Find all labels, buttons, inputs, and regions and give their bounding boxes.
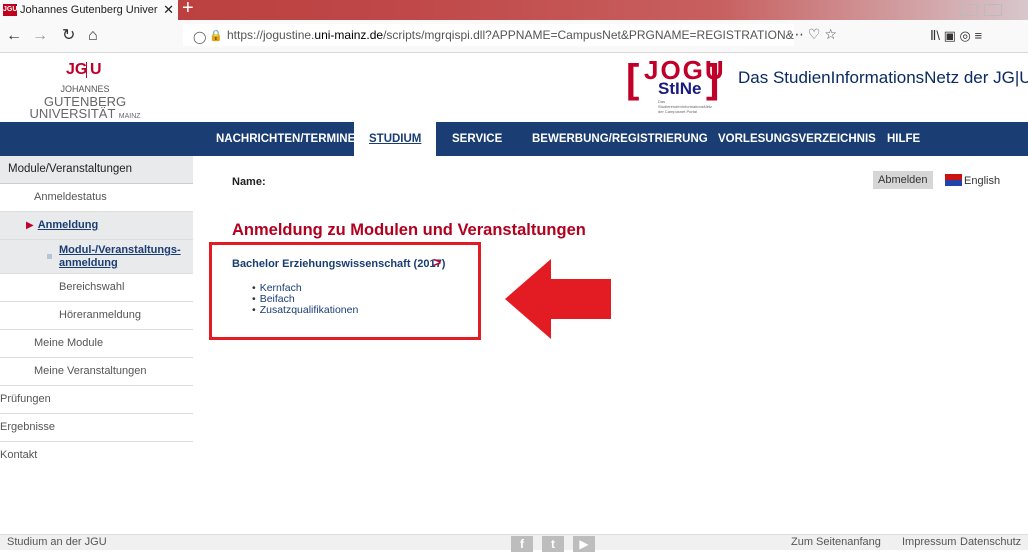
logo-divider	[86, 62, 87, 78]
social-icons: f t ▶	[511, 535, 604, 553]
sidebar-item-pruefungen[interactable]: Prüfungen	[0, 386, 193, 414]
sidebar-item-label: Höreranmeldung	[59, 309, 141, 321]
forward-icon[interactable]: →	[32, 26, 48, 46]
language-label: English	[964, 175, 1001, 187]
twitter-icon[interactable]: t	[542, 536, 564, 552]
window-controls	[938, 0, 1028, 20]
sidebar-item-anmeldestatus[interactable]: Anmeldestatus	[0, 184, 193, 212]
sidebar-item-label: Prüfungen	[0, 393, 51, 405]
url-actions-icons[interactable]: ⋯ ♡ ☆	[790, 26, 837, 43]
university-name: JOHANNES GUTENBERG UNIVERSITÄT MAINZ	[20, 84, 150, 121]
toolbar-right-icons[interactable]: Ⅱ\ ▣ ◎ ≡	[930, 26, 982, 46]
nav-bewerbung[interactable]: BEWERBUNG/REGISTRIERUNG	[532, 122, 708, 156]
facebook-icon[interactable]: f	[511, 536, 533, 552]
uk-flag-icon	[945, 174, 962, 186]
triangle-right-icon: ▶	[26, 220, 34, 231]
logout-button[interactable]: Abmelden	[873, 171, 933, 189]
sidebar-item-meine-module[interactable]: Meine Module	[0, 330, 193, 358]
url-text: https://jogustine.uni-mainz.de/scripts/m…	[227, 24, 794, 46]
submenu-marker-icon	[47, 254, 52, 259]
sidebar-item-ergebnisse[interactable]: Ergebnisse	[0, 414, 193, 442]
jgu-favicon-icon: JGU	[3, 4, 17, 16]
sidebar-item-label: Meine Veranstaltungen	[34, 365, 147, 377]
new-tab-button[interactable]: +	[182, 0, 194, 20]
sidebar-item-label-line2: anmeldung	[59, 257, 118, 269]
browser-toolbar: ← → ↻ ⌂ ◯ 🔒 https://jogustine.uni-mainz.…	[0, 20, 1028, 53]
logo-jg: JG	[66, 61, 88, 78]
back-icon[interactable]: ←	[6, 26, 22, 46]
site-header: JG U JOHANNES GUTENBERG UNIVERSITÄT MAIN…	[0, 53, 1028, 121]
browser-tab-strip: JGU Johannes Gutenberg Universitä ✕ +	[0, 0, 1028, 20]
site-tagline: Das StudienInformationsNetz der JG|U	[738, 68, 1028, 87]
sidebar-item-module-veranstaltungen[interactable]: Module/Veranstaltungen	[0, 156, 193, 184]
logo-stine-text: StINe	[658, 79, 702, 98]
minimize-icon[interactable]	[960, 4, 978, 16]
sidebar-item-modul-veranstaltungsanmeldung[interactable]: Modul-/Veranstaltungs- anmeldung	[0, 240, 193, 274]
nav-hilfe[interactable]: HILFE	[887, 122, 920, 156]
page-title: Anmeldung zu Modulen und Veranstaltungen	[232, 221, 586, 239]
sidebar-item-meine-veranstaltungen[interactable]: Meine Veranstaltungen	[0, 358, 193, 386]
browser-tab[interactable]: JGU Johannes Gutenberg Universitä ✕	[0, 0, 178, 20]
logo-small-text: Das StudierendenInformationsNetz der Cam…	[658, 99, 713, 114]
url-domain: uni-mainz.de	[314, 28, 384, 42]
footer-studium-link[interactable]: Studium an der JGU	[7, 536, 107, 548]
main-navigation: NACHRICHTEN/TERMINE STUDIUM SERVICE BEWE…	[0, 122, 1028, 156]
subject-list: Kernfach Beifach Zusatzqualifikationen	[252, 283, 359, 316]
home-icon[interactable]: ⌂	[88, 26, 98, 46]
reload-icon[interactable]: ↻	[62, 26, 75, 46]
uni-line2: UNIVERSITÄT	[29, 106, 116, 121]
lock-icon[interactable]: 🔒	[209, 25, 223, 46]
logo-u: U	[90, 61, 102, 78]
url-rest: /scripts/mgrqispi.dll?APPNAME=CampusNet&…	[383, 28, 794, 42]
subject-link-zusatzqualifikationen[interactable]: Zusatzqualifikationen	[252, 305, 359, 316]
main-content: Name: Abmelden English Anmeldung zu Modu…	[209, 156, 1022, 526]
footer-impressum-link[interactable]: Impressum	[902, 536, 956, 548]
sidebar-item-label: Anmeldung	[37, 219, 99, 231]
maximize-icon[interactable]	[984, 4, 1002, 16]
tracking-shield-icon[interactable]: ◯	[193, 26, 206, 46]
expand-arrow-icon[interactable]: >	[433, 254, 441, 270]
address-bar[interactable]: ◯ 🔒 https://jogustine.uni-mainz.de/scrip…	[183, 24, 794, 46]
footer: Studium an der JGU f t ▶ Zum Seitenanfang …	[0, 534, 1028, 553]
sidebar-item-anmeldung[interactable]: ▶ Anmeldung	[0, 212, 193, 240]
sidebar-item-label-line1: Modul-/Veranstaltungs-	[59, 244, 181, 256]
pointer-arrow-icon	[505, 259, 611, 339]
jgu-logo[interactable]: JG U	[66, 58, 102, 82]
name-label: Name:	[232, 176, 266, 188]
sidebar-item-label: Meine Module	[34, 337, 104, 349]
logo-bracket-left: [	[626, 57, 640, 101]
close-tab-icon[interactable]: ✕	[163, 0, 174, 20]
uni-line2-small: MAINZ	[118, 113, 141, 120]
sidebar: Module/Veranstaltungen Anmeldestatus ▶ An…	[0, 156, 193, 469]
uni-line1-small: JOHANNES	[60, 84, 110, 94]
nav-studium[interactable]: STUDIUM	[354, 122, 437, 156]
youtube-icon[interactable]: ▶	[573, 536, 595, 552]
nav-vorlesungsverzeichnis[interactable]: VORLESUNGSVERZEICHNIS	[718, 122, 876, 156]
degree-program-link[interactable]: Bachelor Erziehungswissenschaft (2017)	[232, 258, 445, 270]
sidebar-item-label: Ergebnisse	[0, 421, 56, 433]
nav-service[interactable]: SERVICE	[452, 122, 502, 156]
browser-tab-title: Johannes Gutenberg Universitä	[20, 4, 158, 16]
jogustine-logo[interactable]: [ JOGU StINe Das StudierendenInformation…	[622, 55, 724, 117]
footer-top-link[interactable]: Zum Seitenanfang	[791, 536, 881, 548]
sidebar-item-bereichswahl[interactable]: Bereichswahl	[0, 274, 193, 302]
sidebar-item-hoereranmeldung[interactable]: Höreranmeldung	[0, 302, 193, 330]
language-switch[interactable]: English	[945, 174, 1000, 187]
sidebar-item-kontakt[interactable]: Kontakt	[0, 442, 193, 469]
footer-datenschutz-link[interactable]: Datenschutz	[960, 536, 1021, 548]
url-prefix: https://jogustine.	[227, 28, 315, 42]
logo-bracket-right: ]	[706, 57, 720, 101]
nav-nachrichten[interactable]: NACHRICHTEN/TERMINE	[216, 122, 355, 156]
sidebar-item-label: Module/Veranstaltungen	[8, 163, 133, 175]
sidebar-item-label: Bereichswahl	[59, 281, 125, 293]
sidebar-item-label: Kontakt	[0, 449, 38, 461]
sidebar-item-label: Anmeldestatus	[34, 191, 107, 203]
